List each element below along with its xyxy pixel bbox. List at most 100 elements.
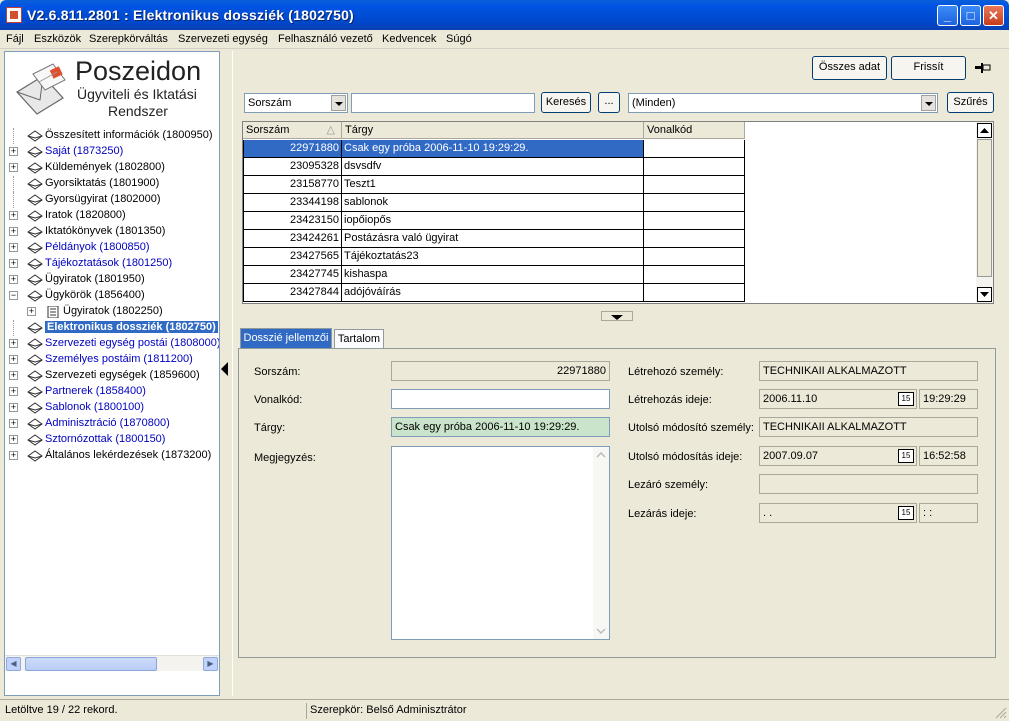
collapse-icon[interactable]: −: [9, 291, 18, 300]
calendar-icon[interactable]: 15: [898, 506, 914, 520]
table-row[interactable]: 23095328 dsvsdfv: [243, 158, 745, 176]
table-row[interactable]: 23158770 Teszt1: [243, 176, 745, 194]
tree-item[interactable]: + Példányok (1800850): [5, 240, 219, 256]
tree-item[interactable]: + Partnerek (1858400): [5, 384, 219, 400]
created-date-field[interactable]: 2006.11.10: [759, 389, 917, 409]
tree-item[interactable]: Gyorsügyirat (1802000): [5, 192, 219, 208]
minimize-button[interactable]: _: [937, 5, 958, 26]
table-row[interactable]: 23427565 Tájékoztatás23: [243, 248, 745, 266]
menu-file[interactable]: Fájl: [6, 33, 24, 45]
collapse-grid-button[interactable]: [601, 311, 633, 321]
cell-sorszam: 23423150: [243, 212, 342, 230]
column-header-sorszam[interactable]: Sorszám △: [243, 122, 342, 139]
menu-tools[interactable]: Eszközök: [34, 33, 81, 45]
menu-help[interactable]: Súgó: [446, 33, 472, 45]
tree-item[interactable]: + Iktatókönyvek (1801350): [5, 224, 219, 240]
modified-time-field[interactable]: 16:52:58: [919, 446, 978, 466]
collapse-panel-icon[interactable]: [221, 362, 229, 376]
expand-icon[interactable]: +: [9, 211, 18, 220]
expand-icon[interactable]: +: [27, 307, 36, 316]
all-data-button[interactable]: Összes adat: [812, 56, 887, 80]
expand-icon[interactable]: +: [9, 387, 18, 396]
expand-icon[interactable]: +: [9, 163, 18, 172]
tree-item[interactable]: Elektronikus dossziék (1802750): [5, 320, 219, 336]
table-row[interactable]: 23424261 Postázásra való ügyirat: [243, 230, 745, 248]
subject-field[interactable]: Csak egy próba 2006-11-10 19:29:29.: [391, 417, 610, 437]
expand-icon[interactable]: +: [9, 371, 18, 380]
search-button[interactable]: Keresés: [541, 92, 591, 113]
expand-icon[interactable]: +: [9, 259, 18, 268]
expand-icon[interactable]: +: [9, 355, 18, 364]
created-time-field[interactable]: 19:29:29: [919, 389, 978, 409]
tree-item[interactable]: + Tájékoztatások (1801250): [5, 256, 219, 272]
notes-scrollbar[interactable]: [593, 447, 609, 639]
expand-icon[interactable]: +: [9, 419, 18, 428]
expand-icon[interactable]: +: [9, 339, 18, 348]
table-row[interactable]: 22971880 Csak egy próba 2006-11-10 19:29:…: [243, 140, 745, 158]
expand-icon[interactable]: +: [9, 275, 18, 284]
menu-user-lead[interactable]: Felhasználó vezető: [278, 33, 373, 45]
expand-icon[interactable]: +: [9, 451, 18, 460]
table-row[interactable]: 23423150 iopőiopős: [243, 212, 745, 230]
menu-role-switch[interactable]: Szerepkörváltás: [89, 33, 168, 45]
search-input[interactable]: [351, 93, 535, 113]
tree-item[interactable]: + Sablonok (1800100): [5, 400, 219, 416]
tree-item[interactable]: + Szervezeti egységek (1859600): [5, 368, 219, 384]
scroll-thumb[interactable]: [25, 657, 157, 671]
modified-date-field[interactable]: 2007.09.07: [759, 446, 917, 466]
tree-item[interactable]: Összesített információk (1800950): [5, 128, 219, 144]
expand-icon[interactable]: +: [9, 147, 18, 156]
table-row[interactable]: 23427745 kishaspa: [243, 266, 745, 284]
tree-item[interactable]: + Saját (1873250): [5, 144, 219, 160]
menu-org-unit[interactable]: Szervezeti egység: [178, 33, 268, 45]
chevron-down-icon[interactable]: [331, 95, 346, 111]
tab-contents[interactable]: Tartalom: [334, 329, 384, 349]
tab-dossier-properties[interactable]: Dosszié jellemzői: [240, 328, 332, 349]
tree-horizontal-scrollbar[interactable]: ◀ ▶: [5, 655, 219, 671]
menu-favorites[interactable]: Kedvencek: [382, 33, 436, 45]
scroll-thumb[interactable]: [977, 139, 992, 277]
search-field-select[interactable]: Sorszám: [244, 93, 348, 113]
ellipsis-button[interactable]: ...: [598, 92, 620, 113]
expand-icon[interactable]: +: [9, 227, 18, 236]
notes-textarea[interactable]: [391, 446, 610, 640]
column-header-targy[interactable]: Tárgy: [342, 122, 644, 139]
tree-item[interactable]: + Ügyiratok (1801950): [5, 272, 219, 288]
refresh-button[interactable]: Frissít: [891, 56, 966, 80]
calendar-icon[interactable]: 15: [898, 449, 914, 463]
tree-item[interactable]: + Iratok (1820800): [5, 208, 219, 224]
scroll-up-icon[interactable]: [977, 123, 992, 138]
column-header-vonalkod[interactable]: Vonalkód: [644, 122, 745, 139]
tree-item[interactable]: + Sztornózottak (1800150): [5, 432, 219, 448]
scroll-left-icon[interactable]: ◀: [6, 657, 21, 671]
resize-grip-icon[interactable]: [994, 706, 1007, 719]
table-vertical-scrollbar[interactable]: [976, 122, 993, 303]
closed-date-field[interactable]: . .: [759, 503, 917, 523]
closed-time-field[interactable]: : :: [919, 503, 978, 523]
chevron-down-icon[interactable]: [921, 95, 936, 111]
pin-icon[interactable]: [974, 61, 992, 75]
scroll-right-icon[interactable]: ▶: [203, 657, 218, 671]
tree-item[interactable]: + Ügyiratok (1802250): [5, 304, 219, 320]
scroll-down-icon[interactable]: [977, 287, 992, 302]
table-row[interactable]: 23344198 sablonok: [243, 194, 745, 212]
tree-item[interactable]: + Adminisztráció (1870800): [5, 416, 219, 432]
tree-item[interactable]: + Szervezeti egység postái (1808000): [5, 336, 219, 352]
maximize-button[interactable]: □: [960, 5, 981, 26]
tree-item[interactable]: + Személyes postáim (1811200): [5, 352, 219, 368]
expand-icon[interactable]: +: [9, 243, 18, 252]
folder-icon: [27, 290, 43, 302]
app-icon: [6, 7, 22, 23]
tree-item[interactable]: + Küldemények (1802800): [5, 160, 219, 176]
close-button[interactable]: ✕: [983, 5, 1004, 26]
expand-icon[interactable]: +: [9, 435, 18, 444]
expand-icon[interactable]: +: [9, 403, 18, 412]
table-row[interactable]: 23427844 adójóváírás: [243, 284, 745, 302]
filter-select[interactable]: (Minden): [628, 93, 938, 113]
filter-button[interactable]: Szűrés: [947, 92, 994, 113]
barcode-field[interactable]: [391, 389, 610, 409]
calendar-icon[interactable]: 15: [898, 392, 914, 406]
tree-item[interactable]: − Ügykörök (1856400): [5, 288, 219, 304]
tree-item[interactable]: Gyorsiktatás (1801900): [5, 176, 219, 192]
tree-item[interactable]: + Általános lekérdezések (1873200): [5, 448, 219, 464]
